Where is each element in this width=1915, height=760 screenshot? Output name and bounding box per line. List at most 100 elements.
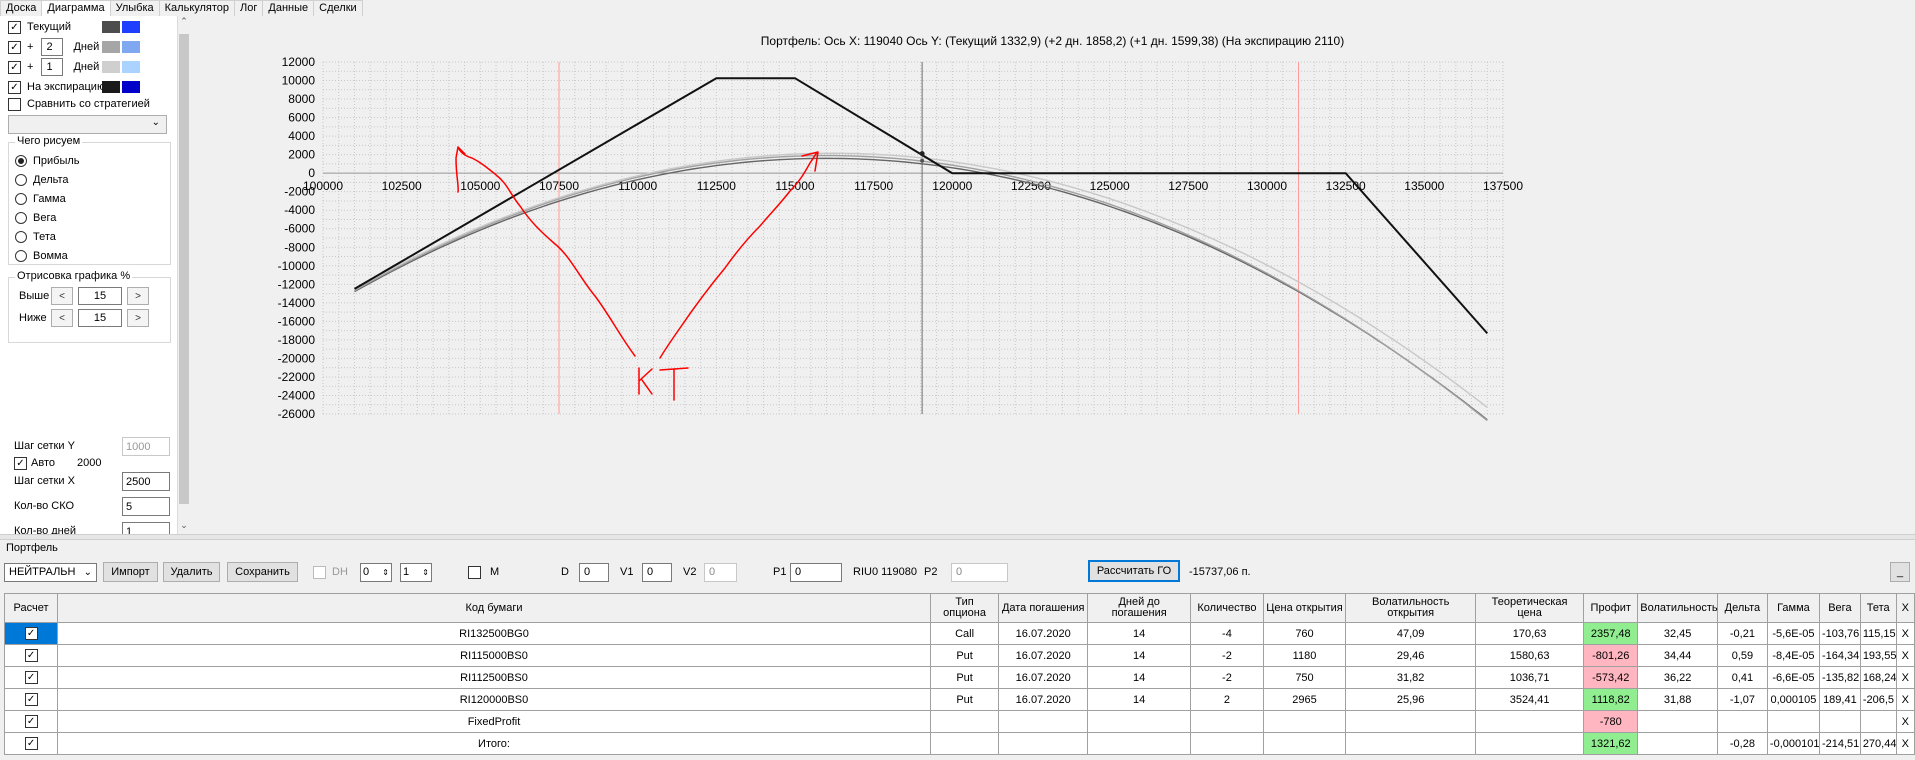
profit-chart[interactable]: 120001000080006000400020000-2000-4000-60… [190,16,1915,534]
calc-checkbox[interactable]: ✓ [24,715,38,728]
tab-1[interactable]: Диаграмма [41,0,111,17]
column-header[interactable]: Дней до погашения [1087,593,1192,623]
column-header[interactable]: Цена открытия [1262,593,1347,623]
column-header[interactable]: Дельта [1716,593,1768,623]
scroll-thumb[interactable] [179,34,189,504]
column-header[interactable]: Профит [1583,593,1639,623]
column-header[interactable]: Код бумаги [57,593,931,623]
import-button[interactable]: Импорт [103,562,158,582]
strategy-compare-dropdown[interactable]: ⌄ [8,115,167,134]
below-decrease-button[interactable]: < [51,309,73,327]
table-row[interactable]: ✓ RI115000BS0 Put 16.07.2020 14 -2 1180 29,46 15… [3,644,1915,667]
panel-splitter[interactable] [0,534,1915,540]
remove-row-button[interactable]: X [1895,666,1915,689]
above-decrease-button[interactable]: < [51,287,73,305]
series-checkbox[interactable]: ✓ [8,80,21,94]
calc-checkbox[interactable]: ✓ [24,649,38,662]
column-header[interactable]: Дата погашения [998,593,1089,623]
tab-3[interactable]: Калькулятор [158,0,236,16]
above-increase-button[interactable]: > [127,287,149,305]
draw-option-3[interactable]: Вега [15,208,56,228]
calculate-go-button[interactable]: Рассчитать ГО [1088,560,1180,582]
calc-checkbox-cell[interactable]: ✓ [3,732,59,755]
table-row[interactable]: ✓ FixedProfit -780 X [3,710,1915,733]
column-header[interactable]: Волатильность [1637,593,1718,623]
d-input[interactable]: 0 [579,562,609,582]
below-value[interactable]: 15 [78,309,122,327]
calc-checkbox[interactable]: ✓ [24,693,38,706]
strategy-select[interactable]: НЕЙТРАЛЬН ⌄ [4,562,97,582]
remove-row-button[interactable]: X [1895,710,1915,733]
compare-strategy-checkbox[interactable] [8,97,21,111]
grid-x-input[interactable]: 2500 [122,471,170,491]
table-row[interactable]: ✓ RI132500BG0 Call 16.07.2020 14 -4 760 47,09 17… [3,622,1915,645]
column-header[interactable]: Тип опциона [929,593,1000,623]
series-color-swatch[interactable] [122,41,140,53]
remove-row-button[interactable]: X [1895,622,1915,645]
tab-6[interactable]: Сделки [313,0,363,16]
v2-input[interactable]: 0 [704,562,737,582]
series-color-swatch[interactable] [122,81,140,93]
minimize-button[interactable]: _ [1890,562,1910,582]
series-color-swatch[interactable] [102,81,120,93]
spin2-input[interactable]: 1 ⇕ [400,562,432,582]
radio-icon[interactable] [15,193,27,205]
radio-icon[interactable] [15,155,27,167]
tab-4[interactable]: Лог [234,0,264,16]
above-value[interactable]: 15 [78,287,122,305]
series-color-swatch[interactable] [122,61,140,73]
auto-checkbox[interactable]: ✓ [14,456,27,470]
scroll-up-icon[interactable]: ⌃ [178,16,190,30]
series-days-input[interactable]: 1 [41,58,64,76]
table-row[interactable]: ✓ RI112500BS0 Put 16.07.2020 14 -2 750 31,82 103… [3,666,1915,689]
p1-input[interactable]: 0 [790,562,842,582]
column-header[interactable]: Расчет [3,593,59,623]
series-checkbox[interactable]: ✓ [8,60,21,74]
delete-button[interactable]: Удалить [163,562,220,582]
days-input[interactable]: 1 [122,521,170,534]
draw-option-1[interactable]: Дельта [15,170,69,190]
scroll-down-icon[interactable]: ⌄ [178,520,190,534]
column-header[interactable]: Теоретическая цена [1474,593,1585,623]
calc-checkbox-cell[interactable]: ✓ [3,622,59,645]
series-color-swatch[interactable] [102,21,120,33]
column-header[interactable]: X [1895,593,1915,623]
draw-option-4[interactable]: Тета [15,227,56,247]
compare-strategy-row[interactable]: Сравнить со стратегией [8,94,150,114]
m-checkbox[interactable] [468,565,481,579]
column-header[interactable]: Количество [1190,593,1264,623]
series-color-swatch[interactable] [122,21,140,33]
series-checkbox[interactable]: ✓ [8,40,21,54]
sko-input[interactable]: 5 [122,496,170,516]
spin1-input[interactable]: 0 ⇕ [360,562,392,582]
column-header[interactable]: Гамма [1766,593,1820,623]
calc-checkbox-cell[interactable]: ✓ [3,710,59,733]
column-header[interactable]: Вега [1818,593,1861,623]
calc-checkbox-cell[interactable]: ✓ [3,688,59,711]
series-days-input[interactable]: 2 [41,38,64,56]
draw-option-5[interactable]: Вомма [15,246,68,266]
series-checkbox[interactable]: ✓ [8,20,21,34]
calc-checkbox[interactable]: ✓ [24,671,38,684]
series-color-swatch[interactable] [102,41,120,53]
draw-option-2[interactable]: Гамма [15,189,66,209]
column-header[interactable]: Тета [1859,593,1897,623]
radio-icon[interactable] [15,212,27,224]
dh-checkbox[interactable] [313,565,326,579]
tab-5[interactable]: Данные [262,0,315,16]
tab-2[interactable]: Улыбка [109,0,160,16]
draw-option-0[interactable]: Прибыль [15,151,80,171]
calc-checkbox[interactable]: ✓ [24,627,38,640]
table-row[interactable]: ✓ Итого: 1321,62 -0,28 -0,000101 -214,51 270,4… [3,732,1915,755]
left-panel-scrollbar[interactable]: ⌃ ⌄ [178,16,190,534]
remove-row-button[interactable]: X [1895,644,1915,667]
p2-input[interactable]: 0 [951,562,1008,582]
radio-icon[interactable] [15,250,27,262]
save-button[interactable]: Сохранить [227,562,298,582]
table-row[interactable]: ✓ RI120000BS0 Put 16.07.2020 14 2 2965 25,96 352… [3,688,1915,711]
remove-row-button[interactable]: X [1895,732,1915,755]
column-header[interactable]: Волатильность открытия [1345,593,1476,623]
calc-checkbox-cell[interactable]: ✓ [3,666,59,689]
calc-checkbox-cell[interactable]: ✓ [3,644,59,667]
tab-0[interactable]: Доска [0,0,43,16]
